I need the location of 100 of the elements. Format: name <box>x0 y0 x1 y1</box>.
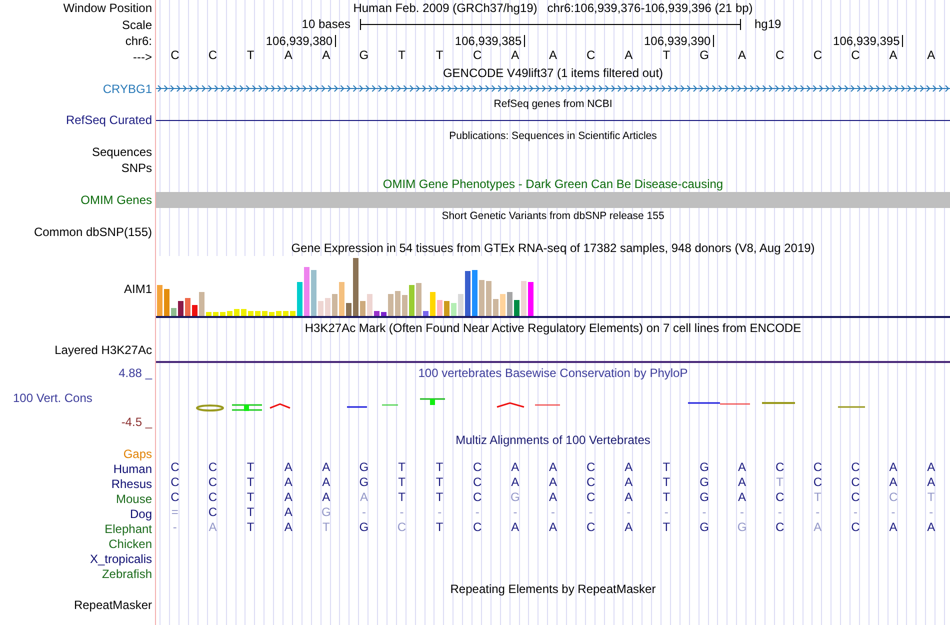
position-tick: 106,939,380 <box>266 35 336 47</box>
alignment-base: C <box>170 475 180 489</box>
species-label[interactable]: Dog <box>130 508 152 520</box>
track-label[interactable]: Layered H3K27Ac <box>54 344 152 356</box>
track-label[interactable]: Sequences <box>92 146 152 158</box>
alignment-base: - <box>702 505 706 519</box>
alignment-base: C <box>776 460 784 474</box>
base-letter: C <box>586 48 596 62</box>
alignment-base: C <box>170 460 180 474</box>
alignment-base: C <box>851 490 860 504</box>
alignment-base: A <box>738 475 746 489</box>
alignment-base: - <box>513 505 518 519</box>
alignment-base: A <box>511 520 520 534</box>
alignment-base: A <box>738 460 746 474</box>
species-label[interactable]: Chicken <box>108 538 152 550</box>
alignment-base: C <box>813 460 822 474</box>
alignment-base: A <box>738 490 746 504</box>
position-tick: 106,939,385 <box>454 35 525 47</box>
alignment-base: G <box>700 490 709 504</box>
alignment-base: - <box>475 505 480 519</box>
alignment-base: - <box>778 505 782 519</box>
alignment-base: A <box>284 475 292 489</box>
alignment-base: G <box>359 460 369 474</box>
track-title[interactable]: GENCODE V49lift37 (1 items filtered out) <box>442 67 664 79</box>
track-title[interactable]: Gene Expression in 54 tissues from GTEx RNA-seq of 17382 samples, 948 donors (V8, Aug 2019) <box>291 242 815 254</box>
track-title[interactable]: Repeating Elements by RepeatMasker <box>450 583 656 595</box>
track-title[interactable]: H3K27Ac Mark (Often Found Near Active Regulatory Elements) on 7 cell lines from ENCODE <box>304 322 802 334</box>
track-title[interactable]: RefSeq genes from NCBI <box>494 98 612 110</box>
base-letter: A <box>889 48 898 62</box>
alignment-base: - <box>816 505 820 519</box>
base-letter: C <box>813 48 822 62</box>
species-label[interactable]: Zebrafish <box>102 568 152 580</box>
alignment-base: - <box>929 505 934 519</box>
species-label[interactable]: Mouse <box>116 492 152 504</box>
alignment-base: A <box>548 520 557 534</box>
strand-label[interactable]: ---> <box>133 51 152 63</box>
track-title[interactable]: OMIM Gene Phenotypes - Dark Green Can Be Disease-causing <box>382 178 724 190</box>
alignment-base: C <box>473 520 482 534</box>
alignment-base: C <box>397 520 406 534</box>
alignment-base: C <box>851 460 860 474</box>
alignment-base: T <box>927 490 935 504</box>
alignment-base: A <box>814 520 822 534</box>
alignment-base: A <box>889 460 898 474</box>
alignment-base: - <box>438 505 442 519</box>
species-label[interactable]: Elephant <box>104 522 152 534</box>
track-title[interactable]: Multiz Alignments of 100 Vertebrates <box>456 434 650 446</box>
row-label[interactable]: Window Position <box>63 2 152 14</box>
track-label[interactable]: SNPs <box>121 162 152 174</box>
alignment-base: T <box>776 475 784 489</box>
alignment-base: - <box>626 505 631 519</box>
alignment-base: C <box>586 520 596 534</box>
alignment-base: - <box>740 505 744 519</box>
alignment-base: T <box>436 460 444 474</box>
track-title[interactable]: 100 vertebrates Basewise Conservation by PhyloP <box>418 367 688 379</box>
alignment-base: T <box>436 490 444 504</box>
alignment-base: C <box>208 460 218 474</box>
alignment-base: C <box>473 490 482 504</box>
alignment-base: A <box>284 505 292 519</box>
alignment-base: T <box>246 490 254 504</box>
alignment-base: T <box>246 460 254 474</box>
alignment-base: A <box>624 460 633 474</box>
track-label[interactable]: RepeatMasker <box>74 599 152 611</box>
alignment-base: C <box>851 520 860 534</box>
alignment-base: - <box>400 505 404 519</box>
alignment-base: G <box>321 505 331 519</box>
row-label[interactable]: Scale <box>122 18 152 30</box>
alignment-base: C <box>776 490 784 504</box>
axis-max-label: 4.88 _ <box>118 367 152 379</box>
track-label[interactable]: RefSeq Curated <box>66 114 152 126</box>
alignment-base: A <box>624 475 633 489</box>
alignment-base: A <box>322 490 330 504</box>
alignment-base: C <box>888 490 898 504</box>
alignment-base: - <box>362 505 366 519</box>
row-label[interactable]: chr6: <box>125 35 152 47</box>
track-label[interactable]: AIM1 <box>124 283 152 295</box>
alignment-base: A <box>889 520 898 534</box>
alignment-base: C <box>170 490 180 504</box>
alignment-base: T <box>662 520 670 534</box>
gene-strand-arrows[interactable] <box>156 84 950 93</box>
alignment-base: A <box>360 490 368 504</box>
alignment-base: A <box>511 460 520 474</box>
base-letter: C <box>170 48 180 62</box>
track-title[interactable]: Human Feb. 2009 (GRCh37/hg19) chr6:106,939,376-106,939,396 (21 bp) <box>353 2 753 14</box>
species-label[interactable]: Rhesus <box>111 478 152 490</box>
track-label[interactable]: OMIM Genes <box>80 194 152 206</box>
alignment-base: A <box>624 490 633 504</box>
alignment-base: - <box>891 505 896 519</box>
alignment-base: - <box>664 505 668 519</box>
track-label[interactable]: Common dbSNP(155) <box>34 226 152 238</box>
track-label[interactable]: 100 Vert. Cons <box>0 392 92 404</box>
alignment-base: C <box>586 475 596 489</box>
track-title[interactable]: Short Genetic Variants from dbSNP release 155 <box>442 210 664 222</box>
track-title[interactable]: Publications: Sequences in Scientific Articles <box>449 130 657 142</box>
alignment-base: T <box>814 490 822 504</box>
species-label[interactable]: Human <box>113 462 152 474</box>
base-letter: A <box>927 48 936 62</box>
alignment-base: T <box>322 520 330 534</box>
track-label[interactable]: CRYBG1 <box>102 82 152 94</box>
species-label[interactable]: X_tropicalis <box>90 552 152 564</box>
alignment-base: A <box>624 520 633 534</box>
